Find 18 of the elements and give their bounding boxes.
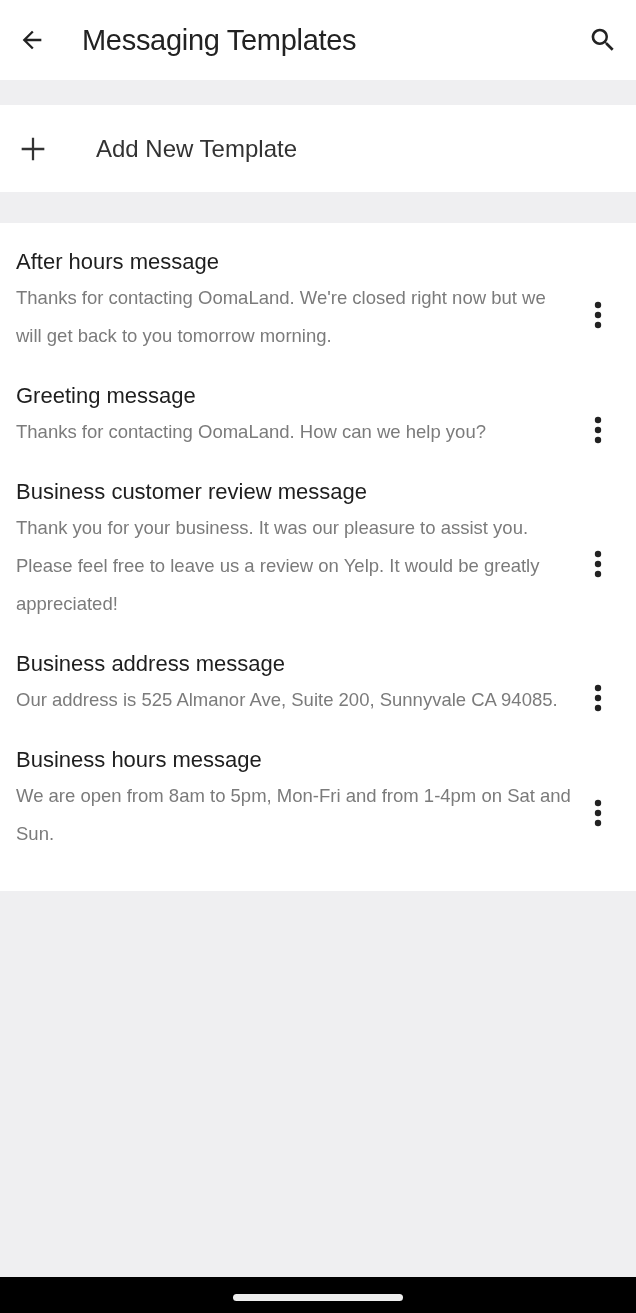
- more-vertical-icon: [594, 684, 602, 712]
- add-template-button[interactable]: Add New Template: [0, 105, 636, 192]
- template-title: After hours message: [16, 248, 220, 276]
- more-vertical-icon: [594, 416, 602, 444]
- template-preview: We are open from 8am to 5pm, Mon-Fri and from 1-4pm on Sat and Sun.: [16, 784, 572, 846]
- template-title: Business customer review message: [16, 478, 368, 506]
- template-title: Business hours message: [16, 746, 263, 774]
- home-indicator[interactable]: [233, 1293, 403, 1301]
- template-preview: Thanks for contacting OomaLand. We're closed right now but we will get back to you tomorrow morning.: [16, 286, 547, 348]
- more-vertical-icon: [594, 550, 602, 578]
- template-preview: Our address is 525 Almanor Ave, Suite 200, Sunnyvale CA 94085.: [16, 688, 559, 712]
- more-vertical-icon: [594, 301, 602, 329]
- more-vertical-icon: [594, 799, 602, 827]
- template-preview: Thank you for your business. It was our pleasure to assist you. Please feel free to leave us a review on Yelp. It would be greatly appreciated!: [16, 516, 541, 616]
- screen-title: Messaging Templates: [82, 23, 358, 57]
- template-title: Greeting message: [16, 382, 197, 410]
- template-title: Business address message: [16, 650, 287, 678]
- template-preview: Thanks for contacting OomaLand. How can we help you?: [16, 420, 487, 444]
